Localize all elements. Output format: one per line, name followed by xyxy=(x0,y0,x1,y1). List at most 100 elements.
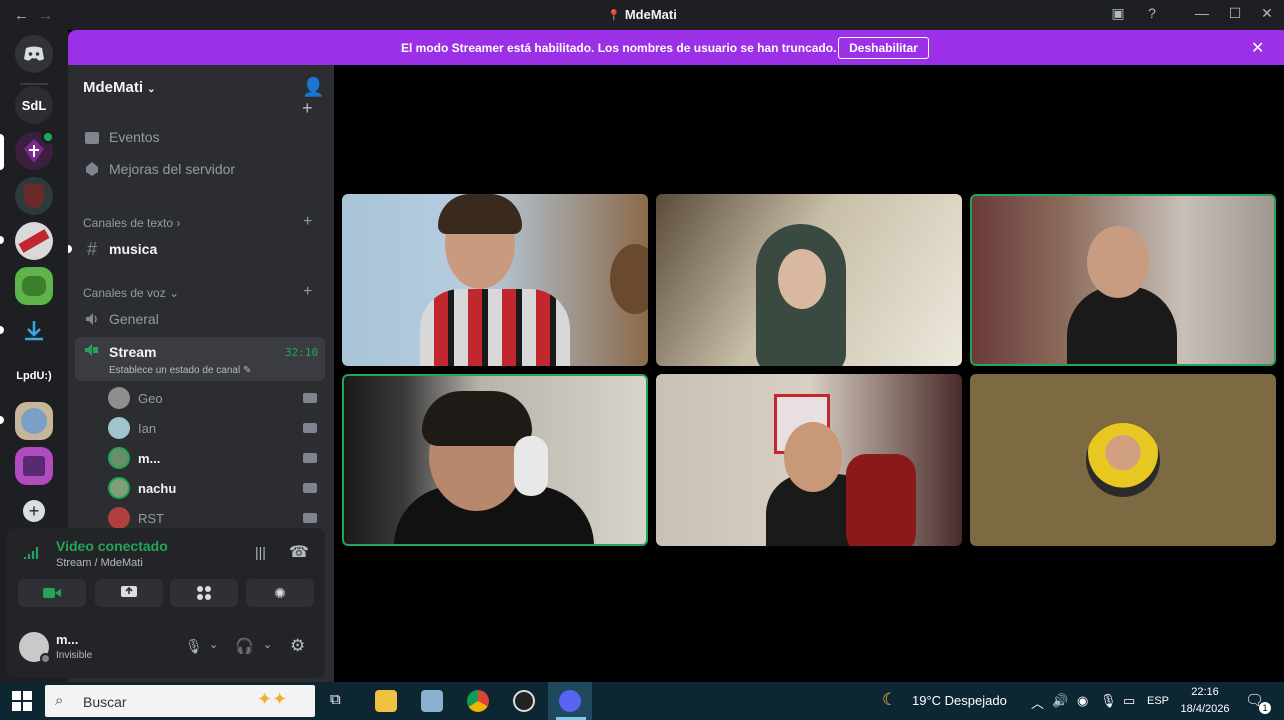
server-sdl[interactable]: SdL xyxy=(15,86,53,124)
shirt xyxy=(1067,286,1177,364)
channel-stream-label: Stream xyxy=(109,344,157,360)
task-view-icon[interactable]: ⧉ xyxy=(330,691,341,708)
noise-suppression-icon[interactable]: ||| xyxy=(255,544,266,560)
settings-gear-icon[interactable]: ⚙ xyxy=(290,636,305,656)
minimize-icon[interactable]: — xyxy=(1192,5,1212,21)
current-username: m... xyxy=(56,632,79,647)
search-placeholder: Buscar xyxy=(83,694,127,710)
camera-icon xyxy=(303,483,317,493)
server-game[interactable] xyxy=(15,267,53,305)
server-anime[interactable] xyxy=(15,402,53,440)
status-badge xyxy=(41,130,55,144)
disable-streamer-button[interactable]: Deshabilitar xyxy=(838,37,929,59)
streamer-mode-banner: El modo Streamer está habilitado. Los no… xyxy=(68,30,1284,65)
maximize-icon[interactable]: ☐ xyxy=(1225,5,1245,22)
taskbar-search[interactable]: ⌕ Buscar ✦✦ xyxy=(45,685,315,717)
pencil-icon: ✎ xyxy=(243,365,252,376)
headphones-icon[interactable]: 🎧 xyxy=(235,637,254,655)
video-tile[interactable] xyxy=(342,194,648,366)
unread-indicator-2 xyxy=(0,326,4,334)
banner-message: El modo Streamer está habilitado. Los no… xyxy=(401,41,837,55)
voice-user[interactable]: m... xyxy=(108,446,160,470)
voice-channel-link[interactable]: Stream / MdeMati xyxy=(56,557,143,569)
voice-user[interactable]: Ian xyxy=(108,416,156,440)
discord-taskbar-icon[interactable] xyxy=(559,690,581,712)
server-name-header[interactable]: MdeMati ⌄ xyxy=(83,79,156,96)
video-tile-no-camera[interactable] xyxy=(970,374,1276,546)
discord-home-icon[interactable] xyxy=(15,35,53,73)
anime-avatar-icon xyxy=(21,408,47,434)
screen-share-icon xyxy=(121,586,137,597)
clock-time[interactable]: 22:16 xyxy=(1180,686,1230,698)
active-server-indicator xyxy=(0,134,4,170)
clock-date[interactable]: 18/4/2026 xyxy=(1178,703,1232,715)
voice-status: Video conectado xyxy=(56,538,168,554)
share-screen-button[interactable] xyxy=(95,579,163,607)
download-apps-icon[interactable] xyxy=(15,312,53,350)
calendar-icon xyxy=(83,128,101,146)
server-lpdu[interactable]: LpdU:) xyxy=(15,357,53,395)
microphone-icon[interactable]: 🎙 xyxy=(185,638,203,655)
separator xyxy=(20,83,48,85)
volume-icon[interactable]: 🔊 xyxy=(1052,693,1068,709)
webcam-icon[interactable]: ◉ xyxy=(1077,693,1088,709)
video-tile[interactable] xyxy=(656,194,962,366)
set-status-link[interactable]: Establece un estado de canal ✎ xyxy=(109,365,251,376)
app-icon[interactable] xyxy=(421,690,443,712)
add-voice-channel-icon[interactable]: + xyxy=(303,283,312,301)
windows-taskbar: ⌕ Buscar ✦✦ ⧉ ☾ 19°C Despejado ︿ 🔊 ◉ 🎙 ▭… xyxy=(0,682,1284,720)
server-river[interactable] xyxy=(15,222,53,260)
obs-icon[interactable] xyxy=(513,690,535,712)
avatar[interactable] xyxy=(19,632,51,664)
video-speaker-icon xyxy=(83,343,99,364)
soundboard-icon: ✺ xyxy=(274,584,286,601)
file-explorer-icon[interactable] xyxy=(375,690,397,712)
chevron-down-icon-2: ⌄ xyxy=(169,286,180,300)
channel-stream[interactable]: Stream 32:10 Establece un estado de cana… xyxy=(75,337,325,381)
server-sdl-label: SdL xyxy=(21,97,47,113)
add-text-channel-icon[interactable]: + xyxy=(303,213,312,231)
soundboard-button[interactable]: ✺ xyxy=(246,579,314,607)
server-crest[interactable] xyxy=(15,177,53,215)
channel-musica-label: musica xyxy=(109,241,158,257)
disconnect-icon[interactable]: ☎ xyxy=(289,542,309,562)
voice-user-name: m... xyxy=(138,450,161,466)
voice-user[interactable]: nachu xyxy=(108,476,176,500)
voice-user[interactable]: RST xyxy=(108,506,164,530)
add-server-icon[interactable]: + xyxy=(15,492,53,530)
text-category[interactable]: Canales de texto › xyxy=(83,216,180,230)
headset xyxy=(514,436,548,496)
voice-user[interactable]: Geo xyxy=(108,386,163,410)
search-icon: ⌕ xyxy=(55,692,64,709)
headphones-chevron-down-icon[interactable]: ⌄ xyxy=(263,638,272,651)
events-item[interactable]: Eventos xyxy=(83,128,160,146)
inbox-icon[interactable]: ▣ xyxy=(1108,5,1128,22)
activities-button[interactable] xyxy=(170,579,238,607)
tray-microphone-icon[interactable]: 🎙 xyxy=(1100,693,1117,709)
video-tile[interactable] xyxy=(656,374,962,546)
windows-start-icon[interactable] xyxy=(12,691,32,716)
avatar xyxy=(108,507,130,529)
invite-people-icon[interactable]: 👤+ xyxy=(302,77,334,119)
pin-icon: 📍 xyxy=(607,10,621,22)
camera-toggle-button[interactable] xyxy=(18,579,86,607)
hair xyxy=(438,194,522,234)
mic-chevron-down-icon[interactable]: ⌄ xyxy=(209,638,218,651)
language-indicator[interactable]: ESP xyxy=(1147,695,1169,707)
video-tile[interactable] xyxy=(970,194,1276,366)
close-banner-icon[interactable]: ✕ xyxy=(1251,38,1264,58)
server-fiorentina[interactable] xyxy=(15,130,55,170)
chrome-icon[interactable] xyxy=(467,690,489,712)
tray-chevron-up-icon[interactable]: ︿ xyxy=(1031,693,1044,712)
face xyxy=(1087,226,1149,298)
boosts-item[interactable]: Mejoras del servidor xyxy=(83,160,235,178)
video-tile[interactable] xyxy=(342,374,648,546)
server-purple[interactable] xyxy=(15,447,53,485)
channel-musica[interactable]: # musica xyxy=(83,239,158,259)
voice-category[interactable]: Canales de voz ⌄ xyxy=(83,286,179,300)
network-icon[interactable]: ▭ xyxy=(1123,693,1135,709)
weather-text[interactable]: 19°C Despejado xyxy=(912,693,1007,708)
close-window-icon[interactable]: ✕ xyxy=(1257,5,1277,22)
channel-general[interactable]: General xyxy=(83,310,159,328)
help-icon[interactable]: ? xyxy=(1142,5,1162,21)
